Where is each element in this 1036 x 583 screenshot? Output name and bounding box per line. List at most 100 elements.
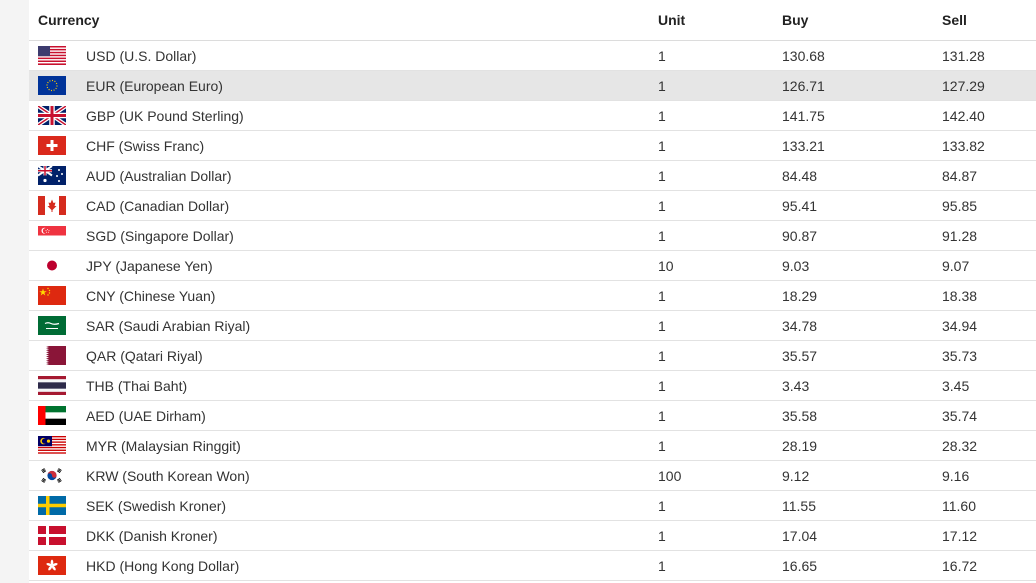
currency-name: GBP (UK Pound Sterling) xyxy=(86,107,244,124)
currency-cell: CNY (Chinese Yuan) xyxy=(29,280,658,311)
sell-rate-cell: 11.60 xyxy=(942,490,1036,521)
au-flag-icon xyxy=(38,166,66,185)
buy-rate-cell: 126.71 xyxy=(782,70,942,101)
table-row: HKD (Hong Kong Dollar) 1 16.65 16.72 xyxy=(29,550,1036,581)
jp-flag-icon xyxy=(38,256,66,275)
currency-name: CHF (Swiss Franc) xyxy=(86,137,205,154)
currency-label-wrap: KRW (South Korean Won) xyxy=(29,466,658,485)
eu-flag-icon xyxy=(38,76,66,95)
sell-rate-cell: 91.28 xyxy=(942,220,1036,251)
unit-cell: 1 xyxy=(658,370,782,401)
table-header-row: Currency Unit Buy Sell xyxy=(29,0,1036,41)
currency-label-wrap: SEK (Swedish Kroner) xyxy=(29,496,658,515)
sell-rate-cell: 133.82 xyxy=(942,130,1036,161)
currency-cell: QAR (Qatari Riyal) xyxy=(29,340,658,371)
table-row: JPY (Japanese Yen) 10 9.03 9.07 xyxy=(29,250,1036,281)
sell-rate-cell: 131.28 xyxy=(942,40,1036,71)
exchange-rate-table: Currency Unit Buy Sell USD (U.S. Dollar)… xyxy=(29,0,1036,581)
table-row: USD (U.S. Dollar) 1 130.68 131.28 xyxy=(29,40,1036,71)
currency-name: AUD (Australian Dollar) xyxy=(86,167,232,184)
sell-rate-cell: 16.72 xyxy=(942,550,1036,581)
currency-cell: GBP (UK Pound Sterling) xyxy=(29,100,658,131)
table-row: AED (UAE Dirham) 1 35.58 35.74 xyxy=(29,400,1036,431)
currency-cell: SAR (Saudi Arabian Riyal) xyxy=(29,310,658,341)
currency-label-wrap: AUD (Australian Dollar) xyxy=(29,166,658,185)
buy-rate-cell: 130.68 xyxy=(782,40,942,71)
currency-name: SEK (Swedish Kroner) xyxy=(86,497,227,514)
currency-cell: CHF (Swiss Franc) xyxy=(29,130,658,161)
unit-cell: 1 xyxy=(658,310,782,341)
header-currency: Currency xyxy=(29,0,658,41)
currency-label-wrap: AED (UAE Dirham) xyxy=(29,406,658,425)
unit-cell: 1 xyxy=(658,430,782,461)
currency-cell: USD (U.S. Dollar) xyxy=(29,40,658,71)
currency-label-wrap: SAR (Saudi Arabian Riyal) xyxy=(29,316,658,335)
buy-rate-cell: 18.29 xyxy=(782,280,942,311)
us-flag-icon xyxy=(38,46,66,65)
hk-flag-icon xyxy=(38,556,66,575)
currency-label-wrap: USD (U.S. Dollar) xyxy=(29,46,658,65)
currency-label-wrap: QAR (Qatari Riyal) xyxy=(29,346,658,365)
header-unit: Unit xyxy=(658,0,782,41)
buy-rate-cell: 17.04 xyxy=(782,520,942,551)
table-row: CAD (Canadian Dollar) 1 95.41 95.85 xyxy=(29,190,1036,221)
buy-rate-cell: 9.03 xyxy=(782,250,942,281)
currency-name: SAR (Saudi Arabian Riyal) xyxy=(86,317,251,334)
currency-label-wrap: DKK (Danish Kroner) xyxy=(29,526,658,545)
buy-rate-cell: 34.78 xyxy=(782,310,942,341)
currency-cell: AED (UAE Dirham) xyxy=(29,400,658,431)
dk-flag-icon xyxy=(38,526,66,545)
currency-cell: CAD (Canadian Dollar) xyxy=(29,190,658,221)
table-row: DKK (Danish Kroner) 1 17.04 17.12 xyxy=(29,520,1036,551)
unit-cell: 1 xyxy=(658,550,782,581)
currency-name: JPY (Japanese Yen) xyxy=(86,257,213,274)
table-row: SAR (Saudi Arabian Riyal) 1 34.78 34.94 xyxy=(29,310,1036,341)
currency-cell: MYR (Malaysian Ringgit) xyxy=(29,430,658,461)
buy-rate-cell: 141.75 xyxy=(782,100,942,131)
sell-rate-cell: 3.45 xyxy=(942,370,1036,401)
table-row: THB (Thai Baht) 1 3.43 3.45 xyxy=(29,370,1036,401)
table-row: KRW (South Korean Won) 100 9.12 9.16 xyxy=(29,460,1036,491)
currency-cell: JPY (Japanese Yen) xyxy=(29,250,658,281)
unit-cell: 100 xyxy=(658,460,782,491)
currency-name: HKD (Hong Kong Dollar) xyxy=(86,557,240,574)
table-row: QAR (Qatari Riyal) 1 35.57 35.73 xyxy=(29,340,1036,371)
unit-cell: 1 xyxy=(658,520,782,551)
currency-name: CAD (Canadian Dollar) xyxy=(86,197,230,214)
sell-rate-cell: 95.85 xyxy=(942,190,1036,221)
table-row: GBP (UK Pound Sterling) 1 141.75 142.40 xyxy=(29,100,1036,131)
unit-cell: 1 xyxy=(658,100,782,131)
currency-label-wrap: SGD (Singapore Dollar) xyxy=(29,226,658,245)
exchange-rate-panel: Currency Unit Buy Sell USD (U.S. Dollar)… xyxy=(29,0,1036,583)
qa-flag-icon xyxy=(38,346,66,365)
table-row: AUD (Australian Dollar) 1 84.48 84.87 xyxy=(29,160,1036,191)
unit-cell: 1 xyxy=(658,280,782,311)
unit-cell: 1 xyxy=(658,160,782,191)
sell-rate-cell: 84.87 xyxy=(942,160,1036,191)
sell-rate-cell: 17.12 xyxy=(942,520,1036,551)
buy-rate-cell: 84.48 xyxy=(782,160,942,191)
buy-rate-cell: 35.58 xyxy=(782,400,942,431)
unit-cell: 10 xyxy=(658,250,782,281)
currency-name: THB (Thai Baht) xyxy=(86,377,188,394)
unit-cell: 1 xyxy=(658,400,782,431)
ca-flag-icon xyxy=(38,196,66,215)
my-flag-icon xyxy=(38,436,66,455)
currency-label-wrap: EUR (European Euro) xyxy=(29,76,658,95)
currency-cell: SGD (Singapore Dollar) xyxy=(29,220,658,251)
unit-cell: 1 xyxy=(658,220,782,251)
currency-name: EUR (European Euro) xyxy=(86,77,223,94)
currency-cell: SEK (Swedish Kroner) xyxy=(29,490,658,521)
unit-cell: 1 xyxy=(658,340,782,371)
th-flag-icon xyxy=(38,376,66,395)
unit-cell: 1 xyxy=(658,130,782,161)
sell-rate-cell: 18.38 xyxy=(942,280,1036,311)
buy-rate-cell: 9.12 xyxy=(782,460,942,491)
sell-rate-cell: 142.40 xyxy=(942,100,1036,131)
buy-rate-cell: 11.55 xyxy=(782,490,942,521)
currency-label-wrap: CNY (Chinese Yuan) xyxy=(29,286,658,305)
currency-name: MYR (Malaysian Ringgit) xyxy=(86,437,241,454)
unit-cell: 1 xyxy=(658,490,782,521)
unit-cell: 1 xyxy=(658,70,782,101)
currency-label-wrap: THB (Thai Baht) xyxy=(29,376,658,395)
